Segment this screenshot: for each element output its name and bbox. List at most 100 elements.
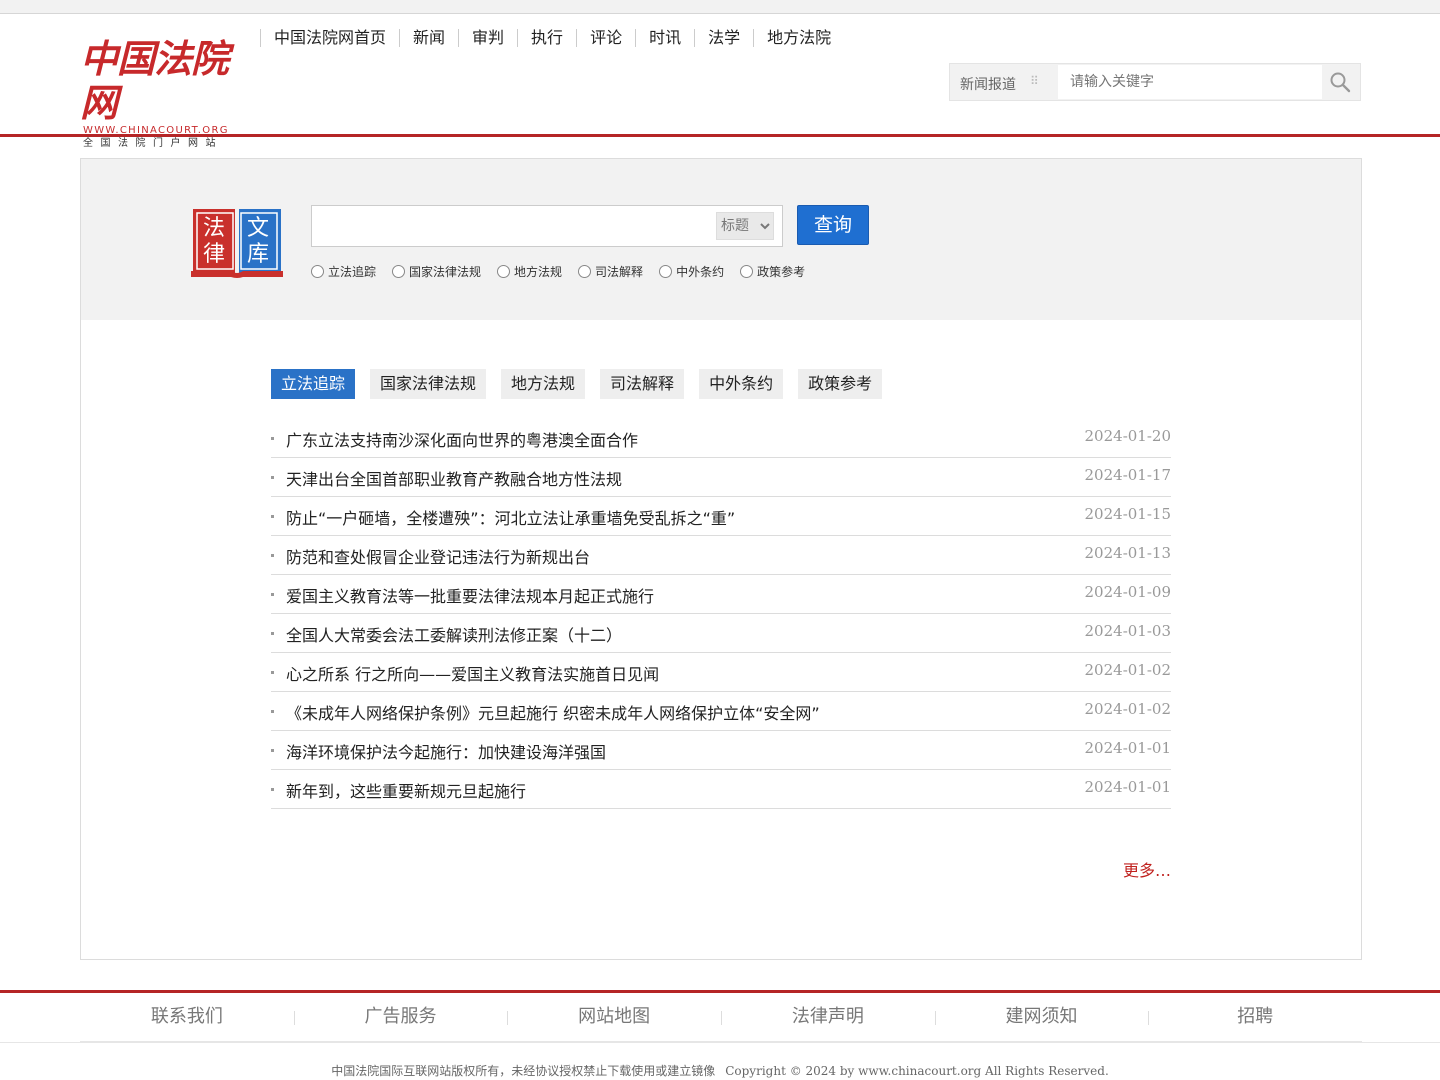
nav-local-courts[interactable]: 地方法院 xyxy=(753,29,844,47)
nav-bulletin[interactable]: 时讯 xyxy=(635,29,694,47)
bullet-icon xyxy=(271,437,274,440)
logo-char-lv: 律 xyxy=(203,242,225,267)
list-item: 爱国主义教育法等一批重要法律法规本月起正式施行 2024-01-09 xyxy=(271,575,1171,614)
article-date: 2024-01-01 xyxy=(1084,778,1171,796)
radio-icon[interactable] xyxy=(578,265,592,278)
article-date: 2024-01-15 xyxy=(1084,505,1171,523)
article-date: 2024-01-09 xyxy=(1084,583,1171,601)
bullet-icon xyxy=(271,749,274,752)
radio-icon[interactable] xyxy=(659,265,673,278)
bullet-icon xyxy=(271,476,274,479)
category-radio-group: 立法追踪 国家法律法规 地方法规 司法解释 中外条约 政策参考 xyxy=(311,263,821,280)
article-date: 2024-01-02 xyxy=(1084,700,1171,718)
more-link[interactable]: 更多… xyxy=(1111,857,1171,881)
radio-treaties[interactable]: 中外条约 xyxy=(659,263,724,280)
bullet-icon xyxy=(271,554,274,557)
radio-label: 立法追踪 xyxy=(328,265,377,279)
footer-careers[interactable]: 招聘 xyxy=(1148,994,1362,1041)
main-panel: 法 律 文 库 标题 查询 立法追踪 国家法律法规 地方法规 司法解释 中外条约… xyxy=(80,158,1362,960)
footer-site-map[interactable]: 网站地图 xyxy=(507,994,721,1041)
law-query-input[interactable] xyxy=(312,206,712,246)
nav-home[interactable]: 中国法院网首页 xyxy=(260,29,399,47)
list-item: 防止“一户砸墙，全楼遭殃”：河北立法让承重墙免受乱拆之“重” 2024-01-15 xyxy=(271,497,1171,536)
radio-label: 中外条约 xyxy=(676,265,725,279)
list-item: 全国人大常委会法工委解读刑法修正案（十二） 2024-01-03 xyxy=(271,614,1171,653)
radio-local-regulations[interactable]: 地方法规 xyxy=(497,263,562,280)
article-title[interactable]: 天津出台全国首部职业教育产教融合地方性法规 xyxy=(286,466,622,490)
article-title[interactable]: 《未成年人网络保护条例》元旦起施行 织密未成年人网络保护立体“安全网” xyxy=(286,700,820,724)
list-item: 心之所系 行之所向——爱国主义教育法实施首日见闻 2024-01-02 xyxy=(271,653,1171,692)
footer-contact-us[interactable]: 联系我们 xyxy=(80,994,294,1041)
tab-policy-reference[interactable]: 政策参考 xyxy=(798,369,883,399)
logo-tagline: 全国法院门户网站 xyxy=(83,138,223,149)
copyright-en: Copyright © 2024 by www.chinacourt.org A… xyxy=(725,1064,1109,1078)
nav-commentary[interactable]: 评论 xyxy=(576,29,635,47)
article-title[interactable]: 全国人大常委会法工委解读刑法修正案（十二） xyxy=(286,622,622,646)
article-title[interactable]: 新年到，这些重要新规元旦起施行 xyxy=(286,778,526,802)
article-date: 2024-01-01 xyxy=(1084,739,1171,757)
list-item: 新年到，这些重要新规元旦起施行 2024-01-01 xyxy=(271,770,1171,809)
radio-label: 地方法规 xyxy=(514,265,563,279)
radio-policy-reference[interactable]: 政策参考 xyxy=(740,263,805,280)
main-nav: 中国法院网首页 新闻 审判 执行 评论 时讯 法学 地方法院 xyxy=(260,28,844,48)
copyright-cn: 中国法院国际互联网站版权所有，未经协议授权禁止下载使用或建立镜像 xyxy=(331,1064,716,1078)
radio-icon[interactable] xyxy=(740,265,754,278)
bullet-icon xyxy=(271,788,274,791)
footer-legal-notice[interactable]: 法律声明 xyxy=(721,994,935,1041)
copyright: 中国法院国际互联网站版权所有，未经协议授权禁止下载使用或建立镜像 Copyrigh… xyxy=(0,1062,1440,1079)
logo-char-fa: 法 xyxy=(203,216,225,241)
article-title[interactable]: 防范和查处假冒企业登记违法行为新规出台 xyxy=(286,544,590,568)
tab-local-regulations[interactable]: 地方法规 xyxy=(501,369,586,399)
tab-legislation-tracking[interactable]: 立法追踪 xyxy=(271,369,356,399)
law-library-logo: 法 律 文 库 xyxy=(191,205,283,279)
bullet-icon xyxy=(271,593,274,596)
article-date: 2024-01-02 xyxy=(1084,661,1171,679)
footer-nav-divider xyxy=(0,1042,1440,1043)
nav-enforcement[interactable]: 执行 xyxy=(517,29,576,47)
radio-national-laws[interactable]: 国家法律法规 xyxy=(392,263,481,280)
radio-label: 司法解释 xyxy=(595,265,644,279)
list-item: 海洋环境保护法今起施行：加快建设海洋强国 2024-01-01 xyxy=(271,731,1171,770)
article-list: 广东立法支持南沙深化面向世界的粤港澳全面合作 2024-01-20 天津出台全国首… xyxy=(271,419,1171,809)
radio-icon[interactable] xyxy=(392,265,406,278)
list-item: 《未成年人网络保护条例》元旦起施行 织密未成年人网络保护立体“安全网” 2024-… xyxy=(271,692,1171,731)
article-title[interactable]: 海洋环境保护法今起施行：加快建设海洋强国 xyxy=(286,739,606,763)
article-date: 2024-01-13 xyxy=(1084,544,1171,562)
nav-news[interactable]: 新闻 xyxy=(399,29,458,47)
site-logo[interactable]: 中国法院网 WWW.CHINACOURT.ORG 全国法院门户网站 xyxy=(80,37,232,150)
radio-icon[interactable] xyxy=(497,265,511,278)
list-item: 天津出台全国首部职业教育产教融合地方性法规 2024-01-17 xyxy=(271,458,1171,497)
radio-label: 国家法律法规 xyxy=(409,265,482,279)
tab-national-laws[interactable]: 国家法律法规 xyxy=(370,369,487,399)
nav-jurisprudence[interactable]: 法学 xyxy=(694,29,753,47)
search-category[interactable]: 新闻报道 xyxy=(960,74,1016,94)
tab-treaties[interactable]: 中外条约 xyxy=(699,369,784,399)
footer-nav: 联系我们 广告服务 网站地图 法律声明 建网须知 招聘 xyxy=(80,994,1362,1042)
list-item: 广东立法支持南沙深化面向世界的粤港澳全面合作 2024-01-20 xyxy=(271,419,1171,458)
bullet-icon xyxy=(271,632,274,635)
article-title[interactable]: 广东立法支持南沙深化面向世界的粤港澳全面合作 xyxy=(286,427,638,451)
logo-url: WWW.CHINACOURT.ORG xyxy=(83,125,229,136)
footer-advertising[interactable]: 广告服务 xyxy=(293,994,508,1041)
article-title[interactable]: 爱国主义教育法等一批重要法律法规本月起正式施行 xyxy=(286,583,654,607)
nav-trial[interactable]: 审判 xyxy=(458,29,517,47)
radio-icon[interactable] xyxy=(311,265,324,278)
footer-site-guidelines[interactable]: 建网须知 xyxy=(934,994,1149,1041)
top-strip xyxy=(0,0,1440,14)
article-title[interactable]: 防止“一户砸墙，全楼遭殃”：河北立法让承重墙免受乱拆之“重” xyxy=(286,505,735,529)
query-field-select[interactable]: 标题 xyxy=(716,212,774,240)
search-icon xyxy=(1330,72,1351,93)
law-search-panel: 法 律 文 库 标题 查询 立法追踪 国家法律法规 地方法规 司法解释 中外条约… xyxy=(81,159,1361,320)
search-input[interactable] xyxy=(1058,65,1322,99)
law-query-box: 标题 xyxy=(311,205,783,247)
radio-judicial-interpretation[interactable]: 司法解释 xyxy=(578,263,643,280)
list-item: 防范和查处假冒企业登记违法行为新规出台 2024-01-13 xyxy=(271,536,1171,575)
bullet-icon xyxy=(271,710,274,713)
logo-char-wen: 文 xyxy=(247,216,269,241)
article-title[interactable]: 心之所系 行之所向——爱国主义教育法实施首日见闻 xyxy=(286,661,659,685)
search-button[interactable] xyxy=(1320,64,1360,100)
radio-legislation-tracking[interactable]: 立法追踪 xyxy=(311,263,376,280)
article-date: 2024-01-20 xyxy=(1084,427,1171,445)
tab-judicial-interpretation[interactable]: 司法解释 xyxy=(600,369,685,399)
query-button[interactable]: 查询 xyxy=(797,205,869,245)
